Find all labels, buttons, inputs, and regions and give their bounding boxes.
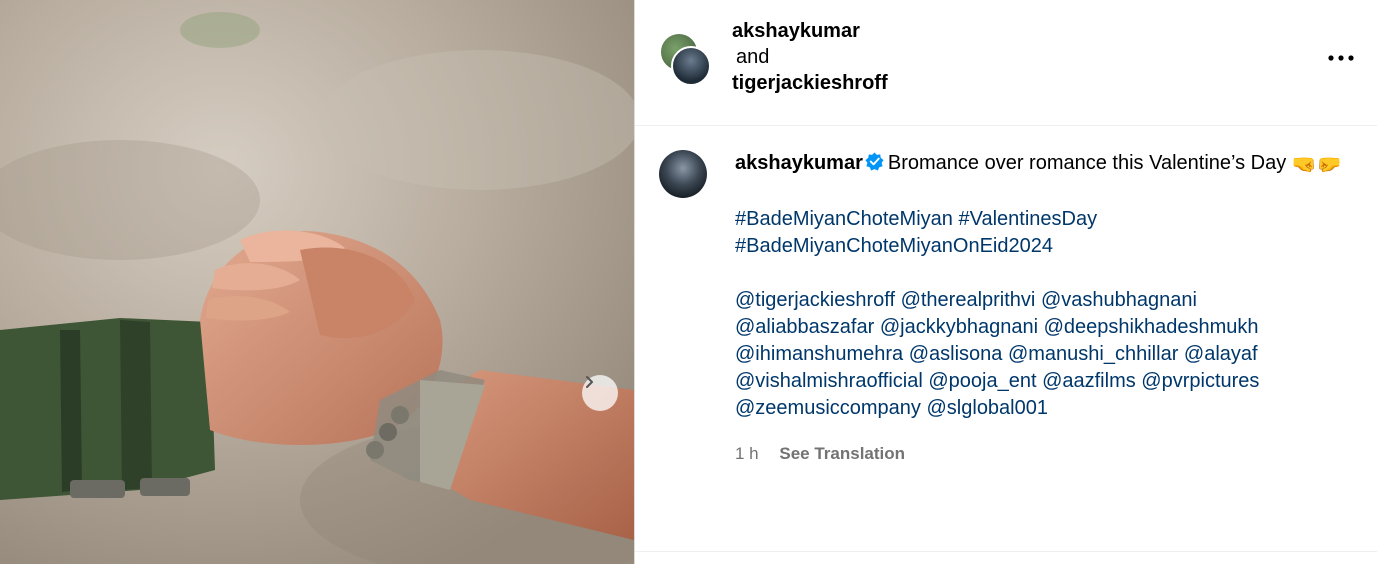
mention-link[interactable]: @aslisona: [909, 343, 1003, 365]
avatar: [671, 46, 711, 86]
mention-link[interactable]: @alayaf: [1184, 343, 1258, 365]
collab-names: akshaykumar and tigerjackieshroff: [732, 18, 888, 96]
hashtag-link[interactable]: #ValentinesDay: [958, 208, 1097, 230]
more-options-button[interactable]: [1327, 44, 1355, 72]
mention-link[interactable]: @ihimanshumehra: [735, 343, 903, 365]
avatar[interactable]: [659, 150, 707, 198]
post-side-panel: akshaykumar and tigerjackieshroff akshay…: [634, 0, 1377, 564]
caption-text-block: akshaykumar Bromance over romance this Va…: [735, 150, 1355, 467]
mention-link[interactable]: @pvrpictures: [1141, 370, 1259, 392]
author-username-link[interactable]: akshaykumar: [732, 20, 860, 42]
verified-badge-icon: [865, 152, 884, 171]
mention-link[interactable]: @vishalmishraofficial: [735, 370, 923, 392]
next-image-button[interactable]: [582, 375, 618, 411]
caption-username-link[interactable]: akshaykumar: [735, 152, 863, 174]
post-timestamp[interactable]: 1 h: [735, 444, 759, 463]
more-options-icon: [1328, 55, 1354, 61]
post-media: [0, 0, 634, 564]
divider: [635, 551, 1377, 552]
hashtag-link[interactable]: #BadeMiyanChoteMiyan: [735, 208, 953, 230]
mention-link[interactable]: @tigerjackieshroff: [735, 289, 895, 311]
caption-text: Bromance over romance this Valentine’s D…: [887, 152, 1287, 174]
post-image: [0, 0, 634, 564]
mention-link[interactable]: @jackkybhagnani: [880, 316, 1038, 338]
collab-joiner: and: [736, 46, 770, 68]
collaborator-username-link[interactable]: tigerjackieshroff: [732, 72, 888, 94]
mention-link[interactable]: @aazfilms: [1042, 370, 1136, 392]
comment-meta: 1 h See Translation: [735, 440, 1355, 467]
mention-link[interactable]: @aliabbaszafar: [735, 316, 874, 338]
collab-avatars[interactable]: [659, 32, 711, 86]
post-header: akshaykumar and tigerjackieshroff: [635, 0, 1377, 126]
mention-link[interactable]: @therealprithvi: [901, 289, 1036, 311]
fist-bump-emoji: 🤜🤛: [1291, 154, 1342, 176]
mention-link[interactable]: @deepshikhadeshmukh: [1044, 316, 1259, 338]
mention-link[interactable]: @pooja_ent: [928, 370, 1036, 392]
mention-link[interactable]: @manushi_chhillar: [1008, 343, 1178, 365]
see-translation-button[interactable]: See Translation: [779, 444, 905, 463]
chevron-right-icon: [586, 376, 593, 388]
mention-link[interactable]: @vashubhagnani: [1041, 289, 1197, 311]
hashtag-link[interactable]: #BadeMiyanChoteMiyanOnEid2024: [735, 235, 1053, 257]
mention-link[interactable]: @zeemusiccompany: [735, 397, 921, 419]
mention-link[interactable]: @slglobal001: [927, 397, 1049, 419]
